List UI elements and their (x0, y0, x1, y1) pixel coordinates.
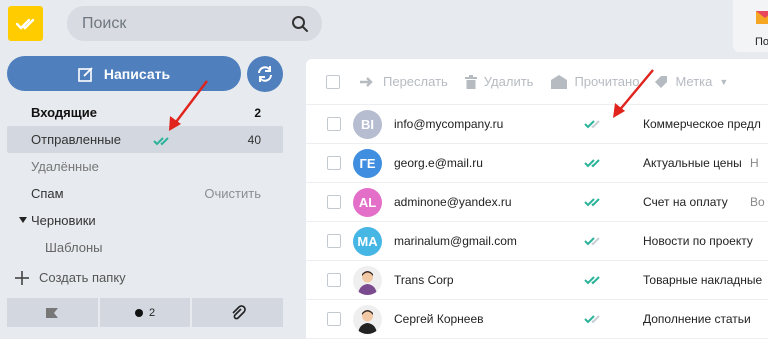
create-folder-link[interactable]: Создать папку (15, 270, 126, 285)
compose-button[interactable]: Написать (7, 56, 241, 91)
read-checks-icon (584, 274, 606, 288)
double-check-icon (153, 137, 169, 146)
flag-icon (46, 307, 59, 318)
message-checkbox[interactable] (327, 117, 341, 131)
logo-checkmarks-icon (15, 18, 34, 30)
message-sender: info@mycompany.ru (394, 117, 504, 131)
forward-arrow-icon (360, 76, 373, 87)
folder-label: Черновики (31, 213, 96, 228)
message-sender: adminone@yandex.ru (394, 195, 512, 209)
label-dropdown[interactable]: Метка ▼ (654, 74, 728, 89)
message-subject: Актуальные цены (643, 156, 742, 170)
folder-spam[interactable]: Спам Очистить (7, 180, 283, 207)
folder-deleted[interactable]: Удалённые (7, 153, 283, 180)
folder-label: Удалённые (31, 159, 99, 174)
message-checkbox[interactable] (327, 312, 341, 326)
sent-checks-icon (584, 313, 606, 327)
message-checkbox[interactable] (327, 156, 341, 170)
search-icon[interactable] (290, 14, 310, 34)
promo-label: По (755, 36, 768, 48)
filter-bar: 2 (7, 298, 284, 327)
message-row[interactable]: AL adminone@yandex.ru Счет на оплату Во (306, 183, 768, 222)
avatar[interactable] (353, 304, 382, 334)
message-sender: marinalum@gmail.com (394, 234, 517, 248)
message-row[interactable]: ГЕ georg.e@mail.ru Актуальные цены Н (306, 144, 768, 183)
message-list-panel: Переслать Удалить Прочитано Метка ▼ BI in… (306, 59, 768, 339)
folder-list: Входящие 2 Отправленные 40 Удалённые Спа… (7, 99, 283, 261)
folder-label: Отправленные (31, 132, 121, 147)
tag-icon (655, 75, 668, 88)
avatar[interactable]: MA (353, 226, 382, 256)
flag-filter-button[interactable] (7, 298, 98, 327)
search-box[interactable] (67, 6, 322, 41)
message-snippet: Н (750, 156, 759, 170)
mark-read-label: Прочитано (574, 74, 640, 89)
open-envelope-icon (551, 74, 568, 89)
select-all-checkbox[interactable] (326, 74, 340, 89)
message-snippet: Во (750, 195, 765, 209)
create-folder-label: Создать папку (39, 270, 126, 285)
message-sender: georg.e@mail.ru (394, 156, 483, 170)
message-sender: Trans Corp (394, 273, 454, 287)
message-subject: Дополнение статьи (643, 312, 751, 326)
folder-templates[interactable]: Шаблоны (7, 234, 283, 261)
refresh-icon (258, 66, 272, 82)
paperclip-icon (232, 304, 246, 319)
message-subject: Коммерческое предл (643, 117, 761, 131)
forward-button[interactable]: Переслать (360, 74, 448, 89)
unread-filter-button[interactable]: 2 (99, 298, 191, 327)
avatar[interactable] (353, 265, 382, 295)
message-sender: Сергей Корнеев (394, 312, 484, 326)
folder-label: Спам (31, 186, 64, 201)
folder-count: 2 (254, 105, 261, 120)
delete-button[interactable]: Удалить (464, 74, 534, 89)
message-row[interactable]: BI info@mycompany.ru Коммерческое предл (306, 105, 768, 144)
read-checks-icon (584, 196, 606, 210)
compose-label: Написать (103, 65, 171, 82)
message-checkbox[interactable] (327, 273, 341, 287)
folder-count: 40 (247, 132, 261, 147)
trash-icon (464, 74, 477, 89)
expand-triangle-icon[interactable] (19, 217, 27, 223)
message-checkbox[interactable] (327, 234, 341, 248)
refresh-button[interactable] (247, 56, 283, 92)
message-subject: Новости по проекту (643, 234, 753, 248)
message-toolbar: Переслать Удалить Прочитано Метка ▼ (306, 59, 768, 105)
message-row[interactable]: Trans Corp Товарные накладные (306, 261, 768, 300)
person-photo-icon (358, 309, 377, 334)
unread-dot-icon (134, 308, 143, 317)
message-row[interactable]: Сергей Корнеев Дополнение статьи (306, 300, 768, 339)
mark-read-button[interactable]: Прочитано (551, 74, 639, 89)
avatar[interactable]: ГЕ (353, 148, 382, 178)
message-subject: Счет на оплату (643, 195, 728, 209)
chevron-down-icon: ▼ (719, 76, 729, 87)
mail-logo[interactable] (8, 6, 43, 41)
sent-checks-icon (584, 235, 606, 249)
folder-label: Шаблоны (45, 240, 103, 255)
envelope-icon (756, 11, 768, 24)
message-row[interactable]: MA marinalum@gmail.com Новости по проекту (306, 222, 768, 261)
delete-label: Удалить (483, 74, 534, 89)
message-checkbox[interactable] (327, 195, 341, 209)
folder-label: Входящие (31, 105, 97, 120)
avatar[interactable]: AL (353, 187, 382, 217)
read-checks-icon (584, 157, 606, 171)
folder-inbox[interactable]: Входящие 2 (7, 99, 283, 126)
sent-checks-icon (584, 118, 606, 132)
search-input[interactable] (82, 14, 290, 33)
plus-icon (15, 270, 29, 285)
message-subject: Товарные накладные (643, 273, 763, 287)
folder-drafts[interactable]: Черновики (7, 207, 283, 234)
clear-spam-link[interactable]: Очистить (204, 186, 261, 201)
edit-icon (78, 66, 93, 82)
unread-count: 2 (148, 306, 156, 319)
label-dropdown-label: Метка (675, 74, 713, 89)
attachment-filter-button[interactable] (192, 298, 284, 327)
forward-label: Переслать (383, 74, 448, 89)
person-photo-icon (358, 270, 377, 295)
folder-sent[interactable]: Отправленные 40 (7, 126, 283, 153)
avatar[interactable]: BI (353, 109, 382, 139)
promo-tile[interactable]: По (733, 0, 768, 52)
